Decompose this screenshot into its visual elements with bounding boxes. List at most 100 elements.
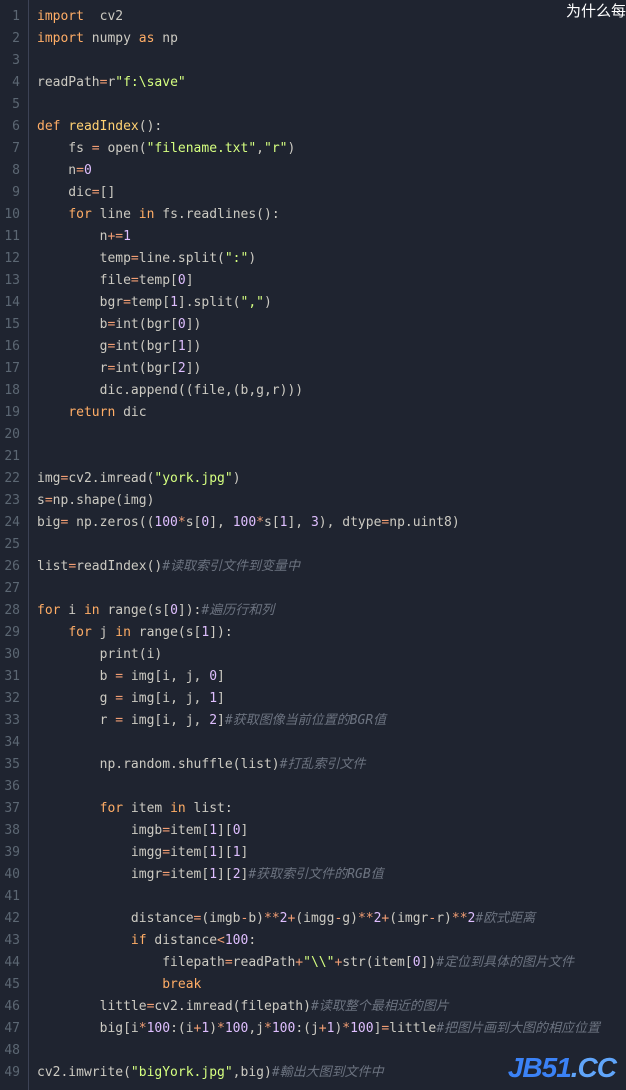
- code-line[interactable]: [37, 886, 626, 908]
- token-id: file: [37, 273, 131, 288]
- token-id: ): [233, 471, 241, 486]
- code-line[interactable]: [37, 732, 626, 754]
- code-line[interactable]: distance=(imgb-b)**2+(imgg-g)**2+(imgr-r…: [37, 908, 626, 930]
- token-id: np.zeros((: [68, 515, 154, 530]
- code-line[interactable]: np.random.shuffle(list)#打乱索引文件: [37, 754, 626, 776]
- token-id: :(i: [170, 1021, 193, 1036]
- token-str: "r": [264, 141, 287, 156]
- token-op: *: [264, 1021, 272, 1036]
- token-kw: import: [37, 31, 84, 46]
- code-line[interactable]: [37, 50, 626, 72]
- token-id: r): [436, 911, 452, 926]
- code-line[interactable]: import numpy as np: [37, 28, 626, 50]
- code-line[interactable]: s=np.shape(img): [37, 490, 626, 512]
- token-id: line: [92, 207, 139, 222]
- code-line[interactable]: break: [37, 974, 626, 996]
- token-id: item[: [170, 823, 209, 838]
- code-line[interactable]: imgb=item[1][0]: [37, 820, 626, 842]
- code-line[interactable]: [37, 446, 626, 468]
- code-line[interactable]: g = img[i, j, 1]: [37, 688, 626, 710]
- token-id: imgg: [37, 845, 162, 860]
- token-op: **: [358, 911, 374, 926]
- code-line[interactable]: return dic: [37, 402, 626, 424]
- token-id: ][: [217, 867, 233, 882]
- token-id: little: [389, 1021, 436, 1036]
- code-line[interactable]: for j in range(s[1]):: [37, 622, 626, 644]
- token-op: =: [131, 251, 139, 266]
- line-number: 49: [4, 1062, 20, 1084]
- token-id: dic.append((file,(b,g,r))): [37, 383, 303, 398]
- code-line[interactable]: [37, 534, 626, 556]
- line-number: 12: [4, 248, 20, 270]
- line-number: 14: [4, 292, 20, 314]
- code-line[interactable]: fs = open("filename.txt","r"): [37, 138, 626, 160]
- token-cm: #輸出大图到文件中: [272, 1065, 384, 1080]
- token-id: int(bgr[: [115, 339, 178, 354]
- code-editor[interactable]: 1234567891011121314151617181920212223242…: [0, 0, 626, 1090]
- token-id: img: [37, 471, 60, 486]
- code-line[interactable]: readPath=r"f:\save": [37, 72, 626, 94]
- token-op: *: [178, 515, 186, 530]
- code-line[interactable]: filepath=readPath+"\\"+str(item[0])#定位到具…: [37, 952, 626, 974]
- token-op: =: [92, 141, 100, 156]
- code-line[interactable]: for i in range(s[0]):#遍历行和列: [37, 600, 626, 622]
- code-line[interactable]: n=0: [37, 160, 626, 182]
- token-id: []: [100, 185, 116, 200]
- code-line[interactable]: b=int(bgr[0]): [37, 314, 626, 336]
- code-line[interactable]: imgr=item[1][2]#获取索引文件的RGB值: [37, 864, 626, 886]
- token-id: line.split(: [139, 251, 225, 266]
- code-line[interactable]: big= np.zeros((100*s[0], 100*s[1], 3), d…: [37, 512, 626, 534]
- token-id: r: [37, 361, 107, 376]
- line-number: 13: [4, 270, 20, 292]
- code-line[interactable]: r=int(bgr[2]): [37, 358, 626, 380]
- line-number: 35: [4, 754, 20, 776]
- token-op: *: [342, 1021, 350, 1036]
- code-line[interactable]: import cv2: [37, 6, 626, 28]
- code-line[interactable]: for line in fs.readlines():: [37, 204, 626, 226]
- token-id: np.uint8): [389, 515, 459, 530]
- code-line[interactable]: list=readIndex()#读取索引文件到变量中: [37, 556, 626, 578]
- token-num: 0: [178, 317, 186, 332]
- code-line[interactable]: b = img[i, j, 0]: [37, 666, 626, 688]
- token-op: =: [92, 185, 100, 200]
- token-num: 0: [170, 603, 178, 618]
- line-number: 20: [4, 424, 20, 446]
- code-line[interactable]: bgr=temp[1].split(","): [37, 292, 626, 314]
- code-line[interactable]: dic.append((file,(b,g,r))): [37, 380, 626, 402]
- token-id: b: [37, 669, 115, 684]
- code-line[interactable]: [37, 578, 626, 600]
- code-line[interactable]: print(i): [37, 644, 626, 666]
- code-line[interactable]: for item in list:: [37, 798, 626, 820]
- code-line[interactable]: n+=1: [37, 226, 626, 248]
- line-number: 29: [4, 622, 20, 644]
- token-op: **: [264, 911, 280, 926]
- token-id: s[: [186, 515, 202, 530]
- code-line[interactable]: [37, 424, 626, 446]
- token-id: [37, 405, 68, 420]
- code-line[interactable]: big[i*100:(i+1)*100,j*100:(j+1)*100]=lit…: [37, 1018, 626, 1040]
- code-area[interactable]: import cv2import numpy as np readPath=r"f…: [28, 0, 626, 1090]
- token-op: <: [217, 933, 225, 948]
- code-line[interactable]: temp=line.split(":"): [37, 248, 626, 270]
- code-line[interactable]: g=int(bgr[1]): [37, 336, 626, 358]
- code-line[interactable]: dic=[]: [37, 182, 626, 204]
- code-line[interactable]: if distance<100:: [37, 930, 626, 952]
- code-line[interactable]: r = img[i, j, 2]#获取图像当前位置的BGR值: [37, 710, 626, 732]
- token-num: 0: [178, 273, 186, 288]
- code-line[interactable]: file=temp[0]: [37, 270, 626, 292]
- token-id: readPath: [37, 75, 100, 90]
- code-line[interactable]: [37, 94, 626, 116]
- token-id: big: [37, 515, 60, 530]
- code-line[interactable]: little=cv2.imread(filepath)#读取整个最相近的图片: [37, 996, 626, 1018]
- token-id: item: [123, 801, 170, 816]
- code-line[interactable]: imgg=item[1][1]: [37, 842, 626, 864]
- token-kw: in: [115, 625, 131, 640]
- code-line[interactable]: [37, 776, 626, 798]
- code-line[interactable]: img=cv2.imread("york.jpg"): [37, 468, 626, 490]
- token-id: bgr: [37, 295, 123, 310]
- token-cm: #获取图像当前位置的BGR值: [225, 713, 386, 728]
- token-id: ,: [256, 141, 264, 156]
- token-num: 2: [178, 361, 186, 376]
- token-num: 0: [413, 955, 421, 970]
- code-line[interactable]: def readIndex():: [37, 116, 626, 138]
